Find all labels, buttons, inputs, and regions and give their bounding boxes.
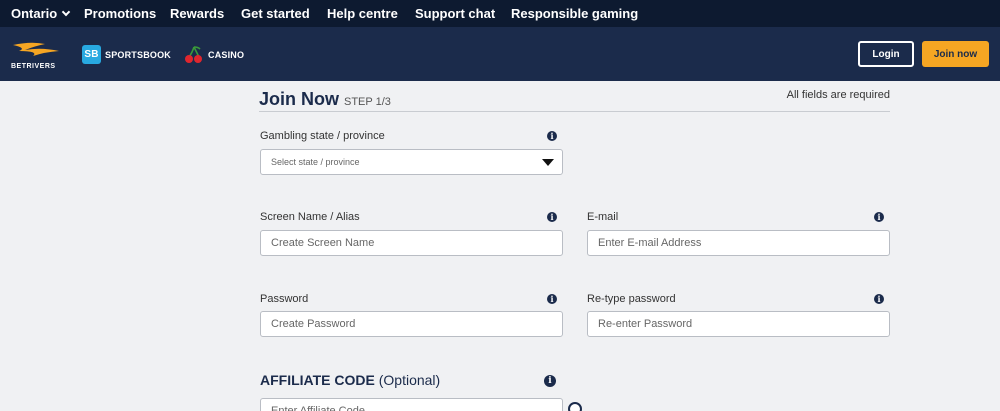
affiliate-title-bold: AFFILIATE CODE (260, 372, 375, 388)
retype-password-label: Re-type password (587, 293, 676, 305)
betrivers-swoosh-icon (13, 42, 59, 56)
nav-responsible-gaming[interactable]: Responsible gaming (511, 6, 638, 21)
info-icon[interactable]: i (547, 212, 557, 222)
region-label: Ontario (11, 6, 58, 21)
sportsbook-link[interactable]: SB SPORTSBOOK (82, 45, 171, 64)
info-icon[interactable]: i (547, 294, 557, 304)
screen-name-input[interactable] (260, 230, 563, 256)
casino-label: CASINO (208, 50, 245, 60)
top-nav-bar: Ontario Promotions Rewards Get started H… (0, 0, 1000, 27)
login-button[interactable]: Login (858, 41, 914, 67)
divider (259, 111, 890, 112)
form-title: Join Now STEP 1/3 (259, 89, 391, 110)
state-label: Gambling state / province (260, 130, 385, 142)
page-title: Join Now (259, 89, 339, 109)
affiliate-title-optional: (Optional) (378, 372, 441, 388)
logo-text: BETRIVERS (11, 63, 56, 70)
required-note: All fields are required (786, 89, 890, 101)
info-icon[interactable]: i (874, 212, 884, 222)
sportsbook-label: SPORTSBOOK (105, 49, 172, 60)
step-indicator: STEP 1/3 (344, 96, 391, 108)
nav-rewards[interactable]: Rewards (170, 6, 224, 21)
state-select[interactable]: Select state / province (260, 149, 563, 175)
chevron-down-icon (61, 7, 71, 16)
retype-password-input[interactable] (587, 311, 890, 337)
region-selector[interactable]: Ontario (11, 6, 71, 21)
info-icon[interactable]: i (544, 375, 556, 387)
affiliate-code-input[interactable] (260, 398, 563, 411)
password-input[interactable] (260, 311, 563, 337)
casino-link[interactable]: CASINO (184, 45, 244, 65)
nav-support-chat[interactable]: Support chat (415, 6, 495, 21)
affiliate-title: AFFILIATE CODE (Optional) (260, 372, 440, 388)
password-label: Password (260, 293, 309, 305)
nav-promotions[interactable]: Promotions (84, 6, 156, 21)
sportsbook-icon: SB (82, 45, 101, 64)
info-icon[interactable]: i (547, 131, 557, 141)
betrivers-logo[interactable]: BETRIVERS (11, 41, 67, 70)
info-icon[interactable]: i (874, 294, 884, 304)
email-input[interactable] (587, 230, 890, 256)
nav-get-started[interactable]: Get started (241, 6, 310, 21)
cherry-icon (185, 46, 202, 63)
screen-name-label: Screen Name / Alias (260, 211, 360, 223)
dropdown-arrow-icon (542, 159, 554, 166)
join-now-button[interactable]: Join now (922, 41, 989, 67)
email-label: E-mail (587, 211, 619, 223)
state-select-value: Select state / province (271, 157, 360, 167)
nav-help-centre[interactable]: Help centre (327, 6, 398, 21)
scroll-indicator[interactable] (568, 402, 582, 411)
site-header: BETRIVERS SB SPORTSBOOK CASINO (0, 27, 1000, 81)
